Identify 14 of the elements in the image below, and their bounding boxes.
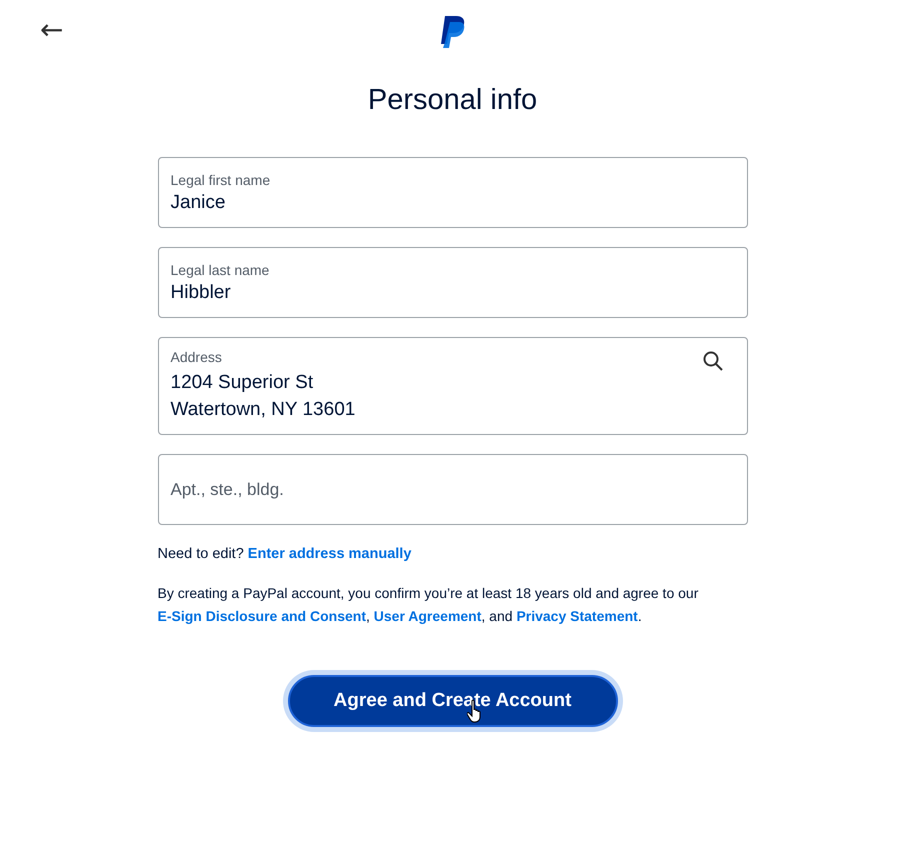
- input-field[interactable]: Apt., ste., bldg.: [158, 454, 748, 525]
- legal-link[interactable]: Privacy Statement: [516, 608, 638, 624]
- input-field[interactable]: Legal first name Janice: [158, 157, 748, 228]
- search-icon[interactable]: [702, 351, 722, 371]
- legal-link[interactable]: E-Sign Disclosure and Consent: [158, 608, 366, 624]
- input-field[interactable]: Legal last name Hibbler: [158, 247, 748, 318]
- logo-icon: [438, 16, 466, 50]
- page-title: Personal info: [368, 84, 538, 117]
- address-field[interactable]: Address 1204 Superior St Watertown, NY 13601: [158, 337, 748, 435]
- legal-text: By creating a PayPal account, you confirm you’re at least 18 years old and agree to our E-Sign Disclosure and Consent, User Agreement, and Privacy Statement.: [158, 584, 700, 626]
- manual-address-link[interactable]: Enter address manually: [248, 546, 412, 562]
- legal-link[interactable]: User Agreement: [374, 608, 482, 624]
- back-button[interactable]: ←: [36, 16, 68, 44]
- edit-prompt: Need to edit?: [158, 546, 244, 562]
